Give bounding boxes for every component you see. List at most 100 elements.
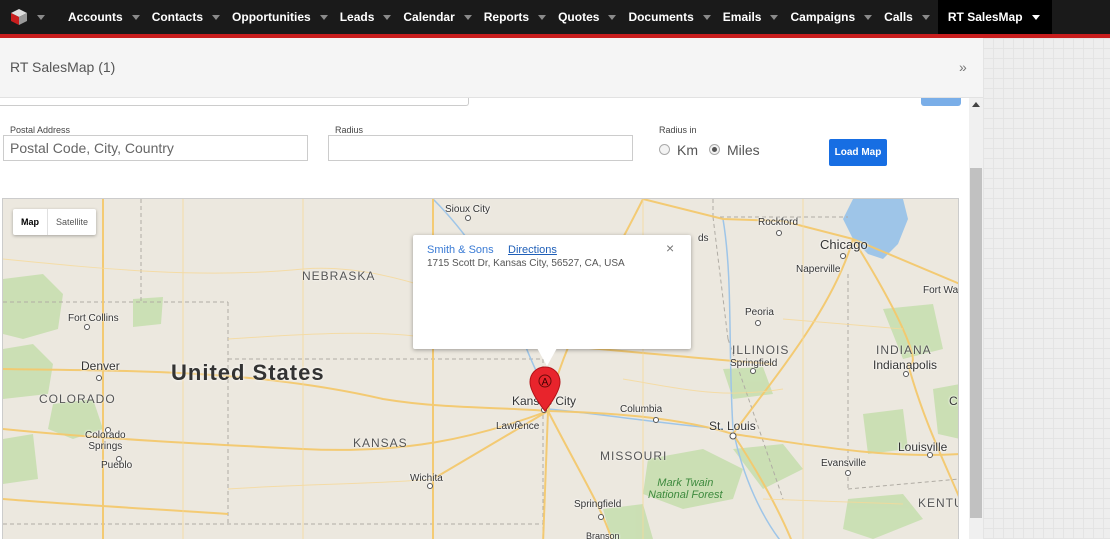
postal-address-input[interactable]	[3, 135, 308, 161]
nav-item-leads[interactable]: Leads	[328, 0, 392, 34]
right-panel	[983, 38, 1110, 539]
chevron-down-icon	[770, 14, 779, 20]
nav-item-label: Opportunities	[232, 10, 311, 24]
city-label: Wichita	[410, 473, 443, 484]
search-button-partial[interactable]	[921, 98, 961, 106]
nav-item-label: Accounts	[68, 10, 123, 24]
info-window-tail	[537, 348, 557, 366]
city-label: Pueblo	[101, 460, 133, 471]
scroll-up-arrow-icon[interactable]	[972, 102, 980, 107]
nav-item-label: Quotes	[558, 10, 600, 24]
map-type-control: Map Satellite	[13, 209, 97, 235]
scroll-thumb[interactable]	[970, 168, 982, 518]
forest-label: Mark Twain National Forest	[648, 477, 723, 501]
chevron-down-icon	[702, 14, 711, 20]
city-label: Evansville	[821, 458, 867, 469]
radius-in-label: Radius in	[659, 125, 697, 135]
nav-item-label: Documents	[628, 10, 694, 24]
close-icon[interactable]: ×	[666, 240, 674, 256]
chevron-down-icon	[37, 14, 45, 20]
city-label: Naperville	[796, 264, 841, 275]
dashlet-header: RT SalesMap (1) »	[0, 38, 983, 98]
km-radio-label: Km	[677, 142, 698, 158]
dashlet-title: RT SalesMap (1)	[10, 59, 116, 75]
state-label: INDIANA	[876, 343, 932, 357]
state-label: NEBRASKA	[302, 269, 376, 283]
nav-item-reports[interactable]: Reports	[472, 0, 547, 34]
radius-input[interactable]	[328, 135, 633, 161]
map-type-map[interactable]: Map	[13, 209, 47, 235]
chevron-down-icon	[463, 14, 472, 20]
nav-item-contacts[interactable]: Contacts	[140, 0, 221, 34]
top-nav: Accounts Contacts Opportunities Leads Calend…	[0, 0, 1110, 34]
chevron-down-icon	[319, 14, 328, 20]
nav-item-accounts[interactable]: Accounts	[56, 0, 140, 34]
city-label: Peoria	[745, 307, 774, 318]
city-label: Rockford	[758, 217, 799, 228]
info-window-title[interactable]: Smith & Sons	[427, 244, 494, 256]
state-label: ILLINOIS	[732, 343, 790, 357]
collapse-icon[interactable]: »	[959, 59, 967, 75]
map-canvas[interactable]: Map Satellite Sioux City Rockford Chicag…	[2, 198, 959, 539]
city-label: Denver	[81, 359, 120, 373]
city-label: Fort Wa	[923, 285, 959, 296]
chevron-down-icon	[383, 14, 392, 20]
city-label: Springfield	[730, 358, 778, 369]
city-label: Sioux City	[445, 204, 491, 215]
city-label: Columbia	[620, 404, 663, 415]
chevron-down-icon	[538, 14, 547, 20]
nav-item-label: Reports	[483, 10, 530, 24]
dashlet-content: Postal Address Radius Radius in Km Miles…	[0, 98, 969, 539]
nav-item-campaigns[interactable]: Campaigns	[778, 0, 873, 34]
city-label: Branson	[586, 531, 620, 539]
nav-item-label: Campaigns	[790, 10, 856, 24]
radius-label: Radius	[335, 125, 364, 135]
nav-item-calls[interactable]: Calls	[872, 0, 930, 34]
city-label: Colorado Springs	[85, 430, 126, 452]
nav-item-documents[interactable]: Documents	[616, 0, 711, 34]
chevron-down-icon	[131, 14, 140, 20]
postal-address-label: Postal Address	[10, 125, 71, 135]
info-window: Smith & Sons Directions 1715 Scott Dr, K…	[413, 235, 691, 349]
marker-letter: A	[542, 377, 549, 388]
city-label: C	[949, 394, 958, 408]
nav-item-emails[interactable]: Emails	[711, 0, 779, 34]
nav-item-label: Emails	[722, 10, 762, 24]
nav-item-label: RT SalesMap	[947, 10, 1023, 24]
nav-item-calendar[interactable]: Calendar	[391, 0, 472, 34]
city-label: Fort Collins	[68, 313, 119, 324]
nav-item-quotes[interactable]: Quotes	[546, 0, 617, 34]
city-label: Springfield	[574, 499, 622, 510]
city-label: St. Louis	[709, 419, 756, 433]
city-label: Lawrence	[496, 421, 540, 432]
app-logo[interactable]	[0, 0, 56, 34]
country-label: United States	[171, 360, 325, 385]
search-input-partial[interactable]	[0, 98, 469, 106]
city-label: Indianapolis	[873, 358, 938, 372]
cube-logo-icon	[11, 9, 27, 25]
nav-item-label: Contacts	[151, 10, 204, 24]
chevron-down-icon	[212, 14, 221, 20]
load-map-button[interactable]: Load Map	[829, 139, 887, 166]
vertical-scrollbar[interactable]	[969, 98, 983, 539]
info-window-address: 1715 Scott Dr, Kansas City, 56527, CA, U…	[427, 258, 625, 269]
state-label: MISSOURI	[600, 449, 668, 463]
nav-item-label: Calendar	[403, 10, 455, 24]
city-label: ds	[698, 233, 709, 244]
chevron-down-icon	[1031, 14, 1040, 20]
chevron-down-icon	[608, 14, 617, 20]
miles-radio-label: Miles	[727, 142, 760, 158]
city-label: Louisville	[898, 440, 948, 454]
nav-item-opportunities[interactable]: Opportunities	[220, 0, 328, 34]
km-radio[interactable]	[659, 144, 670, 155]
chevron-down-icon	[864, 14, 873, 20]
nav-item-rt-salesmap[interactable]: RT SalesMap	[937, 0, 1052, 34]
nav-item-label: Calls	[884, 10, 913, 24]
state-label: KENTU	[918, 496, 958, 510]
state-label: KANSAS	[353, 436, 408, 450]
nav-item-label: Leads	[339, 10, 375, 24]
map-marker-icon[interactable]: A	[528, 365, 562, 413]
directions-link[interactable]: Directions	[508, 244, 557, 256]
map-type-satellite[interactable]: Satellite	[47, 209, 96, 235]
miles-radio[interactable]	[709, 144, 720, 155]
